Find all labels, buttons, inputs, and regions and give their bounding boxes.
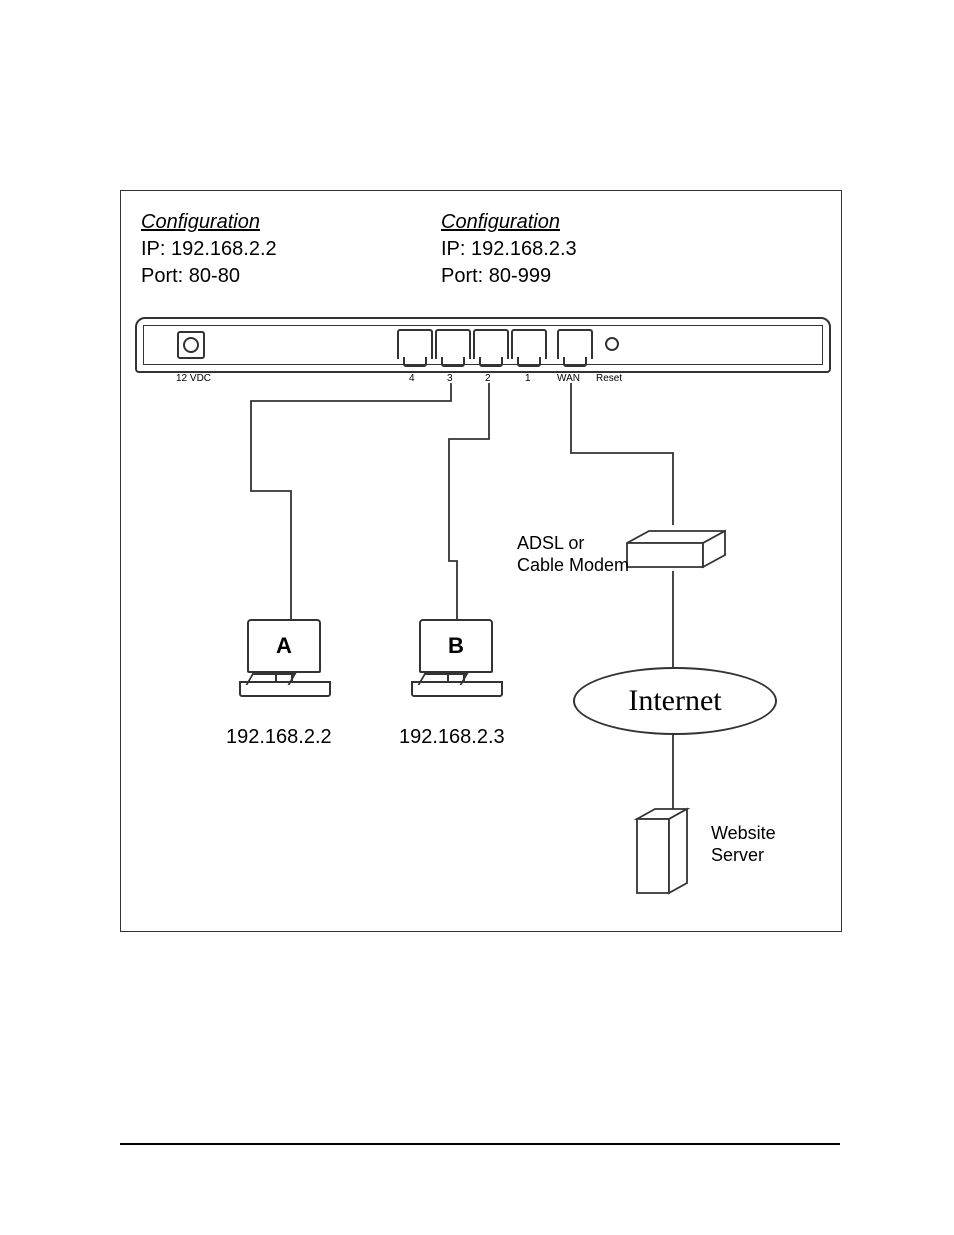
- port-label-4: 4: [409, 373, 415, 384]
- reset-label: Reset: [596, 373, 622, 384]
- server-label-line2: Server: [711, 845, 776, 867]
- ethernet-port-4-icon: [397, 329, 433, 359]
- config-block-b: Configuration IP: 192.168.2.3 Port: 80-9…: [441, 209, 577, 290]
- config-ip-b: IP: 192.168.2.3: [441, 236, 577, 263]
- ethernet-port-2-icon: [473, 329, 509, 359]
- computer-b-letter: B: [448, 633, 464, 659]
- router-device: [135, 317, 831, 373]
- server-device-icon: [631, 807, 691, 897]
- power-jack-icon: [177, 331, 205, 359]
- network-diagram: Configuration IP: 192.168.2.2 Port: 80-8…: [120, 190, 842, 932]
- wires-overlay-icon: [121, 191, 841, 931]
- modem-label: ADSL or Cable Modem: [517, 533, 629, 576]
- config-port-b: Port: 80-999: [441, 263, 577, 290]
- modem-device-icon: [617, 525, 727, 571]
- wan-port-icon: [557, 329, 593, 359]
- computer-b: B: [411, 619, 501, 697]
- power-label: 12 VDC: [176, 373, 211, 384]
- port-label-2: 2: [485, 373, 491, 384]
- internet-cloud: Internet: [573, 667, 777, 735]
- internet-label: Internet: [628, 684, 721, 718]
- computer-b-ip: 192.168.2.3: [399, 726, 505, 749]
- monitor-b-icon: B: [419, 619, 493, 673]
- modem-label-line2: Cable Modem: [517, 555, 629, 577]
- modem-label-line1: ADSL or: [517, 533, 629, 555]
- footer-divider: [120, 1143, 840, 1145]
- config-ip-a: IP: 192.168.2.2: [141, 236, 277, 263]
- base-a-icon: [239, 681, 331, 697]
- page: Configuration IP: 192.168.2.2 Port: 80-8…: [0, 0, 954, 1235]
- computer-a-ip: 192.168.2.2: [226, 726, 332, 749]
- base-b-icon: [411, 681, 503, 697]
- config-block-a: Configuration IP: 192.168.2.2 Port: 80-8…: [141, 209, 277, 290]
- config-port-a: Port: 80-80: [141, 263, 277, 290]
- computer-a: A: [239, 619, 329, 697]
- monitor-a-icon: A: [247, 619, 321, 673]
- config-title-a: Configuration: [141, 209, 277, 236]
- reset-hole-icon: [605, 337, 619, 351]
- port-label-1: 1: [525, 373, 531, 384]
- ethernet-port-1-icon: [511, 329, 547, 359]
- computer-a-letter: A: [276, 633, 292, 659]
- ethernet-port-3-icon: [435, 329, 471, 359]
- port-label-3: 3: [447, 373, 453, 384]
- server-label-line1: Website: [711, 823, 776, 845]
- server-label: Website Server: [711, 823, 776, 866]
- config-title-b: Configuration: [441, 209, 577, 236]
- wan-label: WAN: [557, 373, 580, 384]
